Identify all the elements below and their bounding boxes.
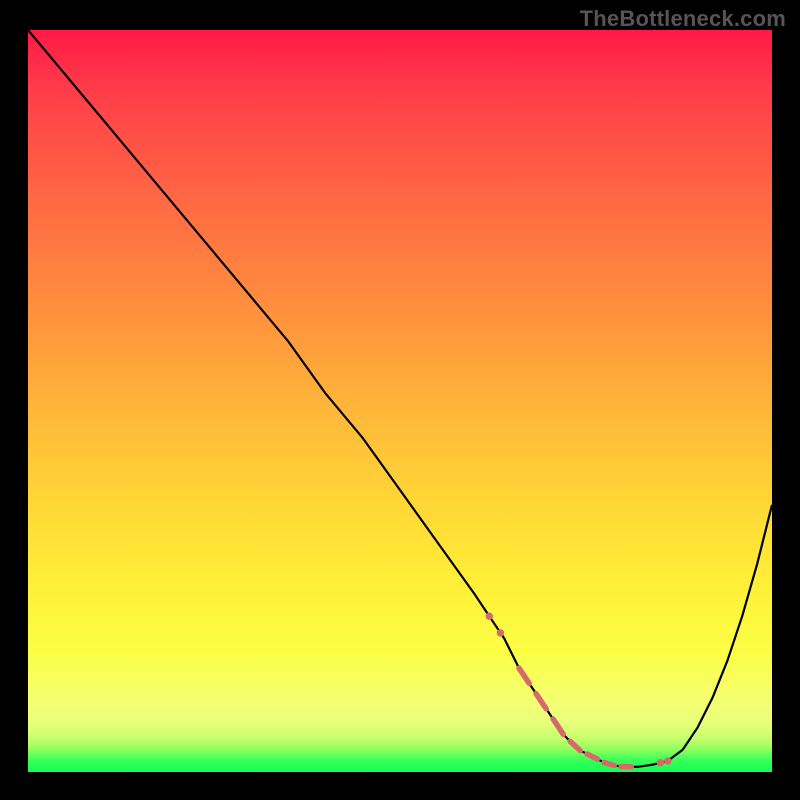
highlight-markers <box>486 613 671 767</box>
bottleneck-curve <box>28 30 772 767</box>
plot-area <box>28 30 772 772</box>
highlight-dot <box>665 758 671 764</box>
chart-frame: TheBottleneck.com <box>0 0 800 800</box>
attribution-text: TheBottleneck.com <box>580 6 786 32</box>
highlight-dash <box>553 719 563 734</box>
highlight-dot <box>497 630 503 636</box>
highlight-dash <box>587 754 597 759</box>
highlight-dash <box>519 668 529 683</box>
highlight-dash <box>604 763 614 766</box>
highlight-dash <box>570 741 580 750</box>
highlight-dash <box>536 694 546 709</box>
highlight-dot <box>486 613 492 619</box>
highlight-dot <box>657 760 663 766</box>
plot-svg <box>28 30 772 772</box>
